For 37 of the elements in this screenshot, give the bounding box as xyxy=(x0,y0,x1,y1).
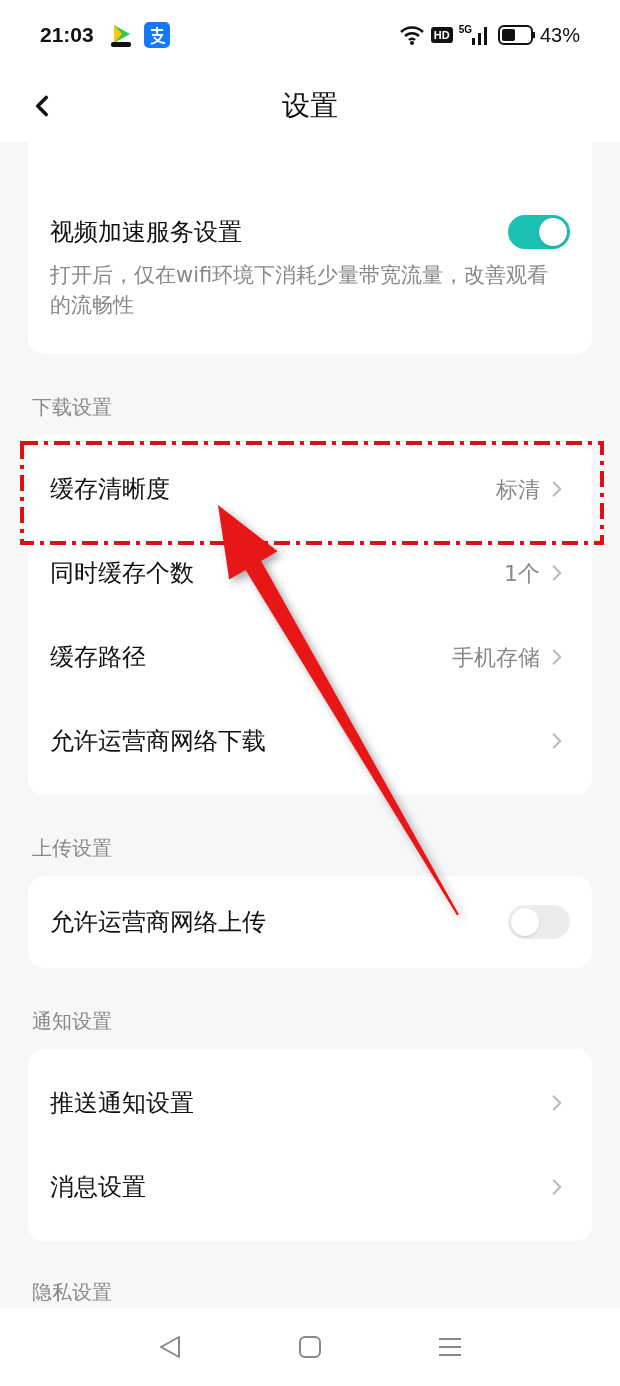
app-icon xyxy=(143,22,170,48)
setting-title: 缓存路径 xyxy=(50,642,147,673)
section-label: 下载设置 xyxy=(32,395,112,419)
wifi-icon xyxy=(398,25,425,45)
settings-row[interactable]: 允许运营商网络下载 xyxy=(28,699,592,783)
setting-value: 1个 xyxy=(504,559,540,588)
settings-row[interactable]: 推送通知设置 xyxy=(28,1061,592,1145)
settings-row[interactable]: 缓存路径 手机存储 xyxy=(28,615,592,699)
toggle-switch[interactable] xyxy=(508,905,570,939)
signal-icon xyxy=(471,25,488,45)
network-label: 5G xyxy=(458,25,472,35)
hd-badge: HD xyxy=(430,26,453,44)
setting-title: 推送通知设置 xyxy=(50,1088,195,1119)
menu-icon[interactable] xyxy=(439,1337,461,1357)
setting-description: 打开后，仅在wifi环境下消耗少量带宽流量，改善观看的流畅性 xyxy=(50,262,550,319)
settings-row[interactable]: 同时缓存个数 1个 xyxy=(28,531,592,615)
setting-value: 手机存储 xyxy=(452,643,540,672)
battery-level: 43% xyxy=(539,23,580,48)
battery-icon xyxy=(497,25,536,45)
section-label: 通知设置 xyxy=(32,1009,112,1033)
section-label: 上传设置 xyxy=(32,836,112,860)
setting-title: 缓存清晰度 xyxy=(50,474,171,505)
setting-title: 同时缓存个数 xyxy=(50,558,195,589)
home-icon[interactable] xyxy=(299,1336,321,1358)
status-time: 21:03 xyxy=(40,22,94,49)
page-title: 设置 xyxy=(282,88,338,124)
setting-value: 标清 xyxy=(496,475,540,504)
settings-row[interactable]: 允许运营商网络上传 xyxy=(28,880,592,964)
back-icon[interactable] xyxy=(159,1335,181,1359)
settings-row[interactable]: 缓存清晰度 标清 xyxy=(28,447,592,531)
section-label: 隐私设置 xyxy=(32,1280,112,1304)
setting-title: 视频加速服务设置 xyxy=(50,217,242,248)
toggle-switch[interactable] xyxy=(508,215,570,249)
settings-row[interactable]: 消息设置 xyxy=(28,1145,592,1229)
setting-title: 允许运营商网络下载 xyxy=(50,726,267,757)
setting-title: 允许运营商网络上传 xyxy=(50,907,267,938)
setting-title: 消息设置 xyxy=(50,1172,147,1203)
